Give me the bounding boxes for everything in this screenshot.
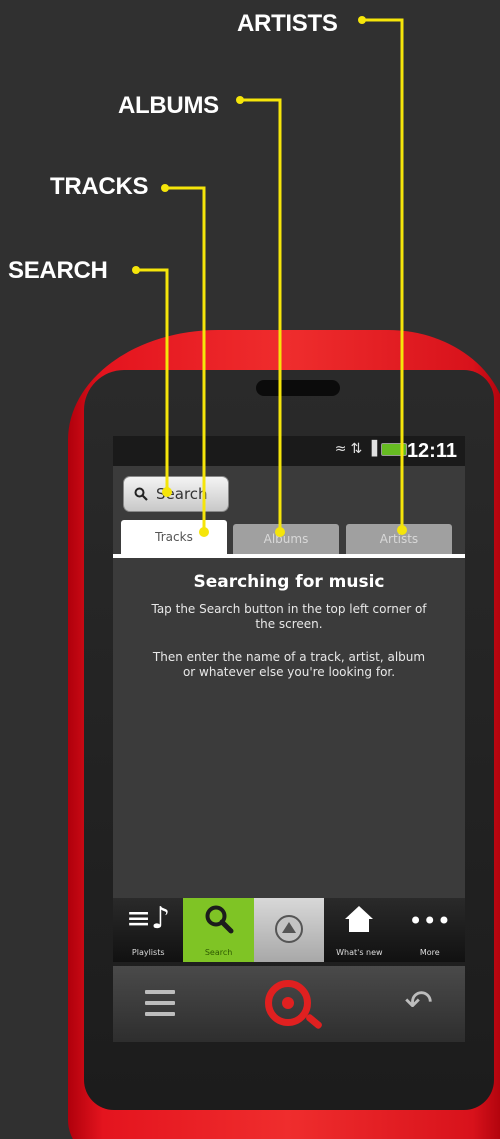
empty-state: Searching for music Tap the Search butto… [113,562,465,680]
nav-more-label: More [419,948,440,957]
tab-artists-label: Artists [379,532,419,546]
wifi-icon: ≈ [334,441,347,457]
nav-playlists[interactable]: ≡♪ Playlists [113,898,183,962]
search-icon [134,487,148,501]
tab-artists[interactable]: Artists [346,524,452,554]
search-button[interactable]: Search [123,476,229,512]
battery-icon [381,442,407,456]
nav-search-label: Search [204,948,233,957]
tab-tracks-label: Tracks [155,530,193,544]
nav-whats-new-label: What's new [336,948,383,957]
nav-more[interactable]: ••• More [395,898,465,962]
signal-icon: ▐ [366,441,377,457]
empty-state-heading: Searching for music [193,572,385,592]
callout-albums-dot-start [236,96,244,104]
search-button-label: Search [156,485,208,503]
home-icon [345,906,374,932]
playlists-icon: ≡♪ [126,901,171,936]
callout-artists-dot-start [358,16,366,24]
tab-albums-label: Albums [263,532,309,546]
nav-playlists-label: Playlists [131,948,165,957]
nav-whats-new[interactable]: What's new [324,898,394,962]
earpiece-speaker [256,380,340,396]
callout-search-dot-start [132,266,140,274]
status-bar: ≈ ⇅ ▐ 12:11 [113,436,465,466]
spotify-search-key-icon[interactable] [265,980,311,1026]
bottom-nav: ≡♪ Playlists Search What's new ••• More [113,898,465,962]
status-icons: ≈ ⇅ ▐ [335,441,407,457]
data-icon: ⇅ [350,441,363,457]
back-key-icon[interactable]: ↶ [405,986,434,1020]
callout-albums-label: ALBUMS [118,92,219,119]
tab-albums[interactable]: Albums [233,524,339,554]
callout-tracks-label: TRACKS [50,173,149,200]
spotify-search-key-tail [304,1013,324,1030]
empty-state-text-1: Tap the Search button in the top left co… [151,602,427,631]
callout-artists-label: ARTISTS [237,10,338,37]
search-icon [205,905,234,934]
status-clock: 12:11 [406,440,457,462]
callout-search-label: SEARCH [8,257,108,284]
menu-key-icon[interactable] [145,990,175,1016]
tab-tracks[interactable]: Tracks [121,520,227,554]
callout-tracks-dot-start [161,184,169,192]
phone-screen: ≈ ⇅ ▐ 12:11 Search Tracks Albums Artists… [113,436,465,962]
more-icon: ••• [408,907,451,935]
empty-state-text-2: Then enter the name of a track, artist, … [152,650,426,679]
nav-player[interactable] [253,898,325,962]
nav-search[interactable]: Search [183,898,254,962]
tab-bar: Tracks Albums Artists [113,520,465,558]
hardware-keys: ↶ [113,966,465,1042]
player-icon [274,915,303,943]
